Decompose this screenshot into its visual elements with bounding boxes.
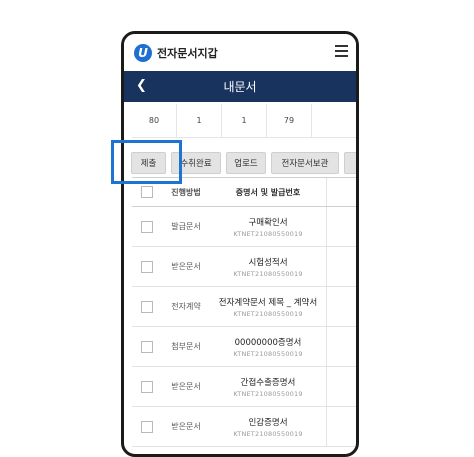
nav-bar: ❮ 내문서: [124, 71, 356, 102]
count-cell[interactable]: [312, 104, 356, 137]
highlight-box: [111, 140, 182, 184]
select-all-checkbox[interactable]: [141, 186, 153, 198]
app-header: U 전자문서지갑: [124, 34, 356, 71]
row-doc-number: KTNET21080550019: [233, 269, 303, 278]
table-row[interactable]: 전자계약 전자계약문서 제목 _ 계약서 KTNET21080550019: [132, 287, 356, 327]
row-checkbox[interactable]: [141, 300, 153, 313]
row-checkbox[interactable]: [141, 420, 153, 433]
row-method: 받은문서: [171, 422, 201, 431]
table-row[interactable]: 받은문서 시험성적서 KTNET21080550019: [132, 247, 356, 287]
table-row[interactable]: 발급문서 구매확인서 KTNET21080550019: [132, 207, 356, 247]
count-cell[interactable]: 1: [222, 104, 267, 137]
phone-frame: U 전자문서지갑 ❮ 내문서 80 1 1 79 제출 수취완료 업로드 전자문…: [121, 31, 359, 457]
table-row[interactable]: 첨부문서 00000000증명서 KTNET21080550019: [132, 327, 356, 367]
row-checkbox[interactable]: [141, 340, 153, 353]
app-title: 전자문서지갑: [157, 46, 218, 60]
page-title: 내문서: [223, 80, 257, 94]
count-cell[interactable]: 1: [177, 104, 222, 137]
row-method: 받은문서: [171, 382, 201, 391]
row-doc-name[interactable]: 구매확인서: [210, 216, 326, 228]
upload-button[interactable]: 업로드: [226, 152, 266, 174]
row-doc-name[interactable]: 간접수출증명서: [210, 376, 326, 388]
row-checkbox[interactable]: [141, 220, 153, 233]
count-summary: 80 1 1 79: [132, 104, 356, 138]
document-table: 진행방법 증명서 및 발급번호 발급문서 구매확인서 KTNET210805500…: [132, 177, 356, 447]
chevron-left-icon[interactable]: ❮: [136, 78, 147, 93]
row-doc-name[interactable]: 전자계약문서 제목 _ 계약서: [210, 296, 326, 308]
header-method: 진행방법: [171, 187, 201, 197]
row-method: 발급문서: [171, 222, 201, 231]
table-row[interactable]: 받은문서 인감증명서 KTNET21080550019: [132, 407, 356, 447]
count-cell[interactable]: 79: [267, 104, 312, 137]
row-doc-number: KTNET21080550019: [233, 429, 303, 438]
row-doc-number: KTNET21080550019: [233, 309, 303, 318]
row-method: 첨부문서: [171, 342, 201, 351]
header-document: 증명서 및 발급번호: [235, 187, 301, 197]
row-checkbox[interactable]: [141, 260, 153, 273]
row-doc-name[interactable]: 인감증명서: [210, 416, 326, 428]
archive-button[interactable]: 전자문서보관: [271, 152, 339, 174]
row-doc-number: KTNET21080550019: [233, 389, 303, 398]
hamburger-menu-icon[interactable]: [335, 45, 348, 57]
count-cell[interactable]: 80: [132, 104, 177, 137]
more-button[interactable]: [344, 152, 356, 174]
row-method: 받은문서: [171, 262, 201, 271]
row-doc-number: KTNET21080550019: [233, 349, 303, 358]
row-method: 전자계약: [171, 302, 201, 311]
row-checkbox[interactable]: [141, 380, 153, 393]
row-doc-name[interactable]: 시험성적서: [210, 256, 326, 268]
row-doc-number: KTNET21080550019: [233, 229, 303, 238]
table-row[interactable]: 받은문서 간접수출증명서 KTNET21080550019: [132, 367, 356, 407]
app-logo-icon: U: [134, 43, 152, 62]
row-doc-name[interactable]: 00000000증명서: [210, 336, 326, 348]
